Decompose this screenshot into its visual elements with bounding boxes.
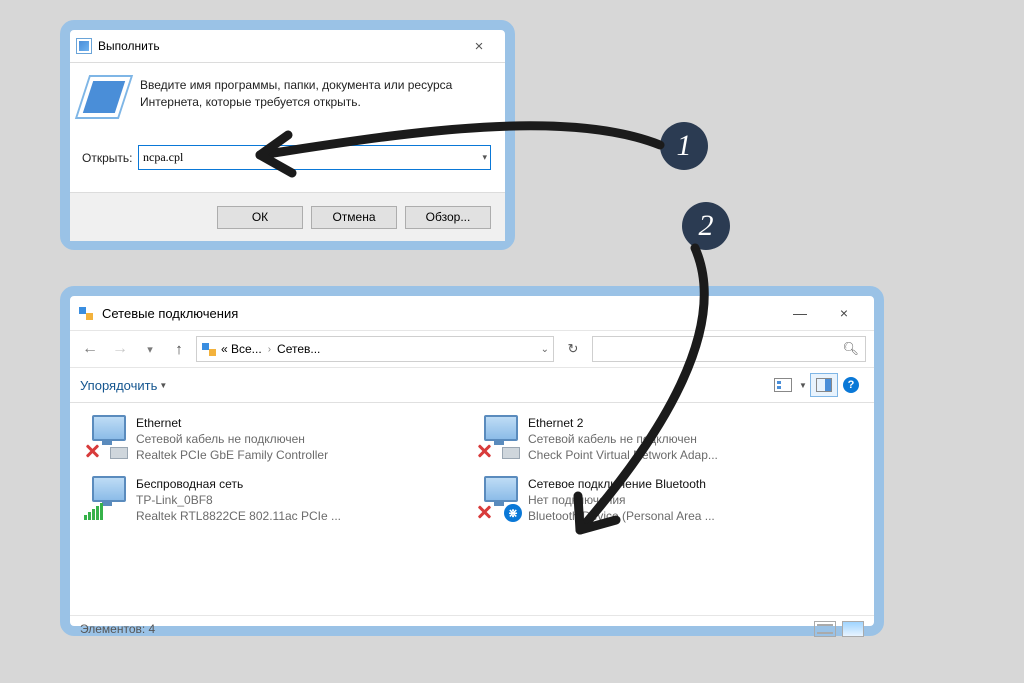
run-icon bbox=[76, 38, 92, 54]
up-icon[interactable]: ↑ bbox=[168, 341, 190, 358]
connection-text: EthernetСетевой кабель не подключенRealt… bbox=[136, 415, 328, 464]
explorer-title: Сетевые подключения bbox=[102, 306, 778, 321]
breadcrumb-1[interactable]: « Все... bbox=[221, 342, 262, 356]
explorer-titlebar: Сетевые подключения — × bbox=[70, 296, 874, 330]
control-panel-icon bbox=[78, 305, 94, 321]
chevron-down-icon[interactable]: ▾ bbox=[482, 152, 487, 163]
address-bar[interactable]: « Все... › Сетев... ⌄ bbox=[196, 336, 554, 362]
connection-item[interactable]: Ethernet 2Сетевой кабель не подключенChe… bbox=[472, 409, 864, 470]
explorer-toolbar: Упорядочить ▼ ▼ ? bbox=[70, 368, 874, 403]
cancel-button[interactable]: Отмена bbox=[311, 206, 397, 229]
connection-name: Сетевое подключение Bluetooth bbox=[528, 476, 715, 492]
run-open-row: Открыть: ncpa.cpl ▾ bbox=[82, 145, 491, 170]
status-bar: Элементов: 4 bbox=[70, 615, 874, 642]
cable-icon bbox=[110, 447, 128, 459]
connection-status: Сетевой кабель не подключен bbox=[136, 431, 328, 447]
wifi-signal-icon bbox=[84, 503, 103, 520]
address-icon bbox=[201, 341, 217, 357]
cable-icon bbox=[502, 447, 520, 459]
breadcrumb-chevron-icon[interactable]: › bbox=[266, 344, 273, 355]
connection-status: Нет подключения bbox=[528, 492, 715, 508]
connection-text: Ethernet 2Сетевой кабель не подключенChe… bbox=[528, 415, 718, 464]
run-button-bar: ОК Отмена Обзор... bbox=[70, 192, 505, 241]
close-button[interactable]: × bbox=[822, 305, 866, 321]
connection-device: Bluetooth Device (Personal Area ... bbox=[528, 508, 715, 524]
disconnected-icon bbox=[476, 443, 492, 459]
large-icons-view-icon[interactable] bbox=[842, 621, 864, 637]
run-dialog-window: Выполнить × Введите имя программы, папки… bbox=[60, 20, 515, 250]
close-icon[interactable]: × bbox=[459, 38, 499, 55]
open-input[interactable]: ncpa.cpl ▾ bbox=[138, 145, 491, 170]
connection-name: Ethernet 2 bbox=[528, 415, 718, 431]
history-chevron-icon[interactable]: ▾ bbox=[138, 343, 162, 356]
connection-status: TP-Link_0BF8 bbox=[136, 492, 341, 508]
connection-item[interactable]: ⋇ Сетевое подключение BluetoothНет подклю… bbox=[472, 470, 864, 531]
connection-device: Check Point Virtual Network Adap... bbox=[528, 447, 718, 463]
connection-status: Сетевой кабель не подключен bbox=[528, 431, 718, 447]
address-dropdown-icon[interactable]: ⌄ bbox=[541, 344, 549, 355]
view-button[interactable] bbox=[770, 374, 796, 396]
bluetooth-icon: ⋇ bbox=[504, 504, 522, 522]
run-large-icon bbox=[82, 75, 126, 119]
open-label: Открыть: bbox=[82, 151, 138, 165]
forward-icon[interactable]: → bbox=[108, 340, 132, 358]
network-connections-window: Сетевые подключения — × ← → ▾ ↑ « Все...… bbox=[60, 286, 884, 636]
connection-device: Realtek PCIe GbE Family Controller bbox=[136, 447, 328, 463]
organize-button[interactable]: Упорядочить ▼ bbox=[80, 378, 167, 393]
run-body: Введите имя программы, папки, документа … bbox=[70, 63, 505, 241]
refresh-icon[interactable]: ↻ bbox=[560, 341, 586, 357]
disconnected-icon bbox=[84, 443, 100, 459]
chevron-down-icon: ▼ bbox=[159, 381, 167, 390]
organize-label: Упорядочить bbox=[80, 378, 157, 393]
network-adapter-icon bbox=[84, 476, 128, 520]
connection-item[interactable]: EthernetСетевой кабель не подключенRealt… bbox=[80, 409, 472, 470]
connection-text: Беспроводная сетьTP-Link_0BF8Realtek RTL… bbox=[136, 476, 341, 525]
details-view-icon[interactable] bbox=[814, 621, 836, 637]
connections-grid: EthernetСетевой кабель не подключенRealt… bbox=[70, 403, 874, 615]
connection-device: Realtek RTL8822CE 802.11ac PCIe ... bbox=[136, 508, 341, 524]
minimize-button[interactable]: — bbox=[778, 305, 822, 321]
open-input-value: ncpa.cpl bbox=[143, 150, 482, 165]
search-icon: 🔍︎ bbox=[842, 341, 859, 357]
connection-item[interactable]: Беспроводная сетьTP-Link_0BF8Realtek RTL… bbox=[80, 470, 472, 531]
search-input[interactable]: 🔍︎ bbox=[592, 336, 866, 362]
network-adapter-icon bbox=[84, 415, 128, 459]
network-adapter-icon bbox=[476, 415, 520, 459]
network-adapter-icon: ⋇ bbox=[476, 476, 520, 520]
status-text: Элементов: 4 bbox=[80, 622, 155, 636]
step-badge-2: 2 bbox=[682, 202, 730, 250]
preview-pane-button[interactable] bbox=[810, 373, 838, 397]
run-titlebar: Выполнить × bbox=[70, 30, 505, 63]
browse-button[interactable]: Обзор... bbox=[405, 206, 491, 229]
explorer-navbar: ← → ▾ ↑ « Все... › Сетев... ⌄ ↻ 🔍︎ bbox=[70, 330, 874, 368]
back-icon[interactable]: ← bbox=[78, 340, 102, 358]
help-button[interactable]: ? bbox=[838, 374, 864, 396]
view-dropdown-icon[interactable]: ▼ bbox=[796, 374, 810, 396]
run-description: Введите имя программы, папки, документа … bbox=[140, 77, 491, 112]
run-title: Выполнить bbox=[98, 39, 459, 53]
connection-name: Ethernet bbox=[136, 415, 328, 431]
connection-name: Беспроводная сеть bbox=[136, 476, 341, 492]
disconnected-icon bbox=[476, 504, 492, 520]
step-badge-1: 1 bbox=[660, 122, 708, 170]
breadcrumb-2[interactable]: Сетев... bbox=[277, 342, 320, 356]
ok-button[interactable]: ОК bbox=[217, 206, 303, 229]
connection-text: Сетевое подключение BluetoothНет подключ… bbox=[528, 476, 715, 525]
